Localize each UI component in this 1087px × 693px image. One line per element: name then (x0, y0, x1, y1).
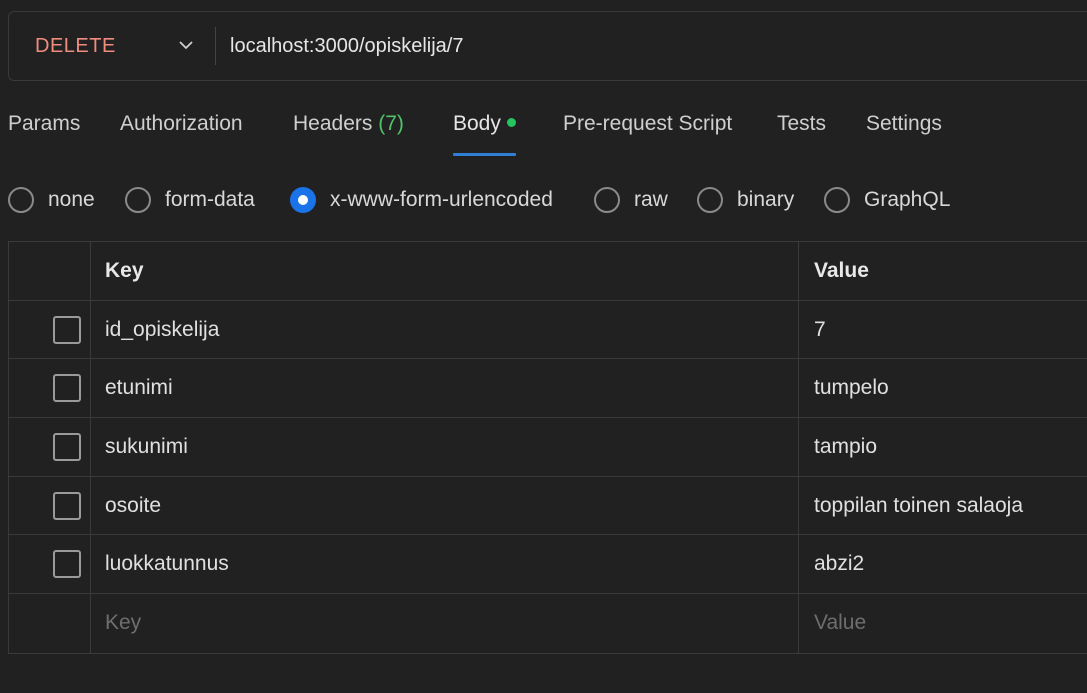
check-cell (9, 535, 91, 594)
headers-count: (7) (378, 112, 404, 135)
tab-label: Authorization (120, 112, 243, 135)
table-row: sukunimi tampio (9, 418, 1087, 477)
new-row: Key Value (9, 594, 1087, 653)
radio-graphql[interactable]: GraphQL (824, 185, 950, 215)
radio-selected-icon (290, 187, 316, 213)
row-value[interactable]: tumpelo (799, 359, 1087, 417)
row-checkbox[interactable] (52, 432, 81, 461)
radio-binary[interactable]: binary (697, 185, 794, 215)
column-header-value: Value (814, 258, 869, 282)
params-table: Key Value id_opiskelija 7 etunimi tumpel… (8, 241, 1087, 654)
tab-params[interactable]: Params (8, 112, 80, 156)
radio-label: raw (634, 188, 668, 211)
tab-settings[interactable]: Settings (866, 112, 942, 156)
radio-x-www-form-urlencoded[interactable]: x-www-form-urlencoded (290, 185, 553, 215)
table-row: osoite toppilan toinen salaoja (9, 476, 1087, 536)
row-checkbox[interactable] (52, 315, 81, 344)
row-value[interactable]: abzi2 (799, 535, 1087, 593)
check-cell (9, 476, 91, 535)
radio-none[interactable]: none (8, 185, 95, 215)
method-label: DELETE (35, 34, 116, 57)
radio-circle-icon (697, 187, 723, 213)
row-key[interactable]: etunimi (91, 359, 799, 418)
check-cell (9, 300, 91, 359)
tab-headers[interactable]: Headers (7) (293, 112, 404, 156)
radio-circle-icon (8, 187, 34, 213)
radio-raw[interactable]: raw (594, 185, 668, 215)
new-value-input[interactable]: Value (799, 594, 1087, 653)
row-key[interactable]: osoite (91, 476, 799, 535)
table-row: luokkatunnus abzi2 (9, 535, 1087, 595)
chevron-down-icon (179, 41, 193, 50)
radio-form-data[interactable]: form-data (125, 185, 255, 215)
url-input[interactable] (216, 12, 1087, 80)
radio-label: none (48, 188, 95, 211)
row-checkbox[interactable] (52, 374, 81, 403)
radio-label: x-www-form-urlencoded (330, 188, 553, 211)
tab-label: Tests (777, 112, 827, 135)
row-key[interactable]: sukunimi (91, 418, 799, 476)
tab-label: Pre-request Script (563, 112, 733, 135)
tab-authorization[interactable]: Authorization (120, 112, 243, 156)
tab-label: Headers (293, 112, 373, 135)
request-editor: DELETE Params Authorization Headers (7) … (0, 0, 1087, 693)
row-value[interactable]: 7 (799, 301, 1087, 359)
radio-circle-icon (125, 187, 151, 213)
row-checkbox[interactable] (52, 491, 81, 520)
tab-tests[interactable]: Tests (777, 112, 826, 156)
row-value[interactable]: toppilan toinen salaoja (799, 477, 1087, 535)
row-checkbox[interactable] (52, 550, 81, 579)
tab-label: Settings (866, 112, 942, 135)
table-row: etunimi tumpelo (9, 359, 1087, 419)
radio-label: GraphQL (864, 188, 951, 211)
table-header-row: Key Value (9, 242, 1087, 301)
tab-body[interactable]: Body (453, 112, 516, 156)
column-header-key: Key (91, 242, 799, 300)
tab-pre-request-script[interactable]: Pre-request Script (563, 112, 732, 156)
new-row-check-cell (9, 594, 91, 653)
tab-label: Params (8, 112, 81, 135)
url-bar: DELETE (8, 11, 1087, 81)
check-cell (9, 418, 91, 476)
header-check-cell (9, 242, 91, 300)
row-value[interactable]: tampio (799, 418, 1087, 476)
tab-label: Body (453, 112, 501, 135)
row-key[interactable]: luokkatunnus (91, 535, 799, 594)
new-key-input[interactable]: Key (91, 594, 799, 653)
modified-dot-icon (506, 118, 516, 127)
method-selector[interactable]: DELETE (9, 12, 215, 80)
radio-circle-icon (594, 187, 620, 213)
row-key[interactable]: id_opiskelija (91, 300, 799, 359)
table-row: id_opiskelija 7 (9, 300, 1087, 360)
radio-label: binary (737, 188, 795, 211)
radio-label: form-data (165, 188, 255, 211)
check-cell (9, 359, 91, 418)
radio-circle-icon (824, 187, 850, 213)
